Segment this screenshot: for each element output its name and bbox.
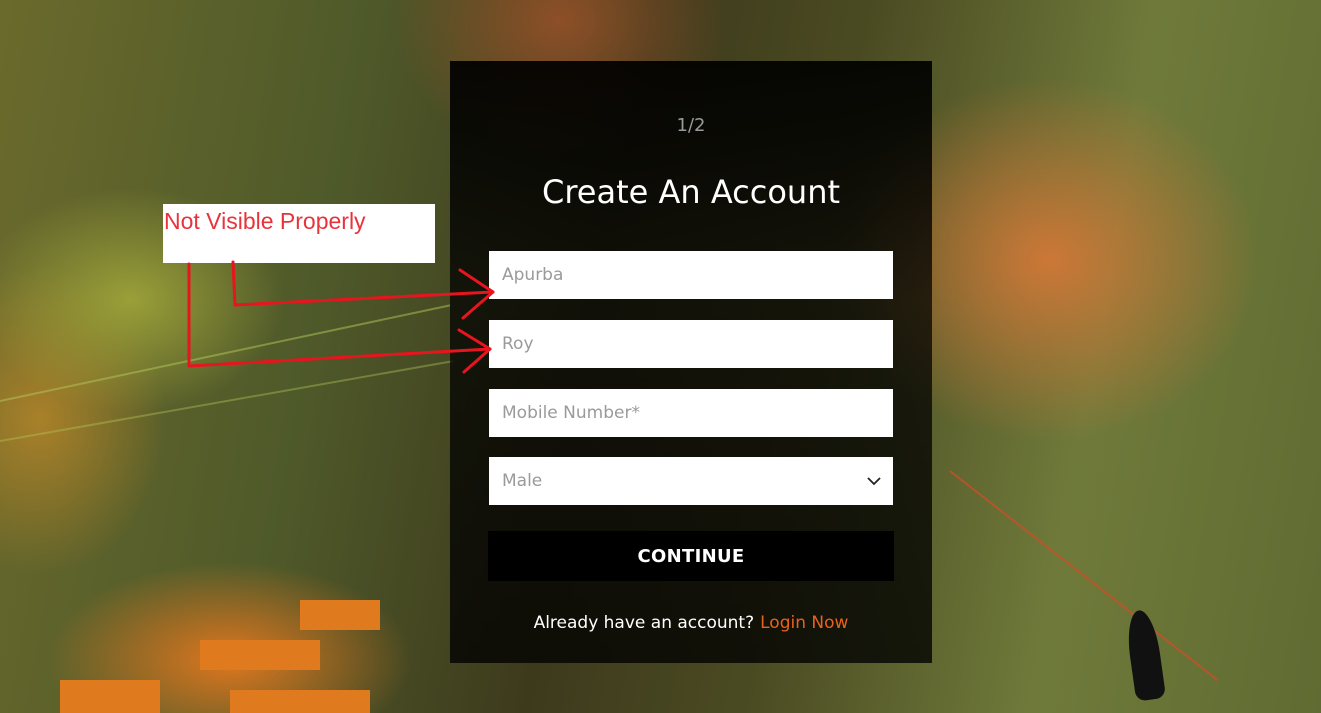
- annotation-arrows: [187, 260, 495, 374]
- arrow-to-first-name: [231, 260, 495, 307]
